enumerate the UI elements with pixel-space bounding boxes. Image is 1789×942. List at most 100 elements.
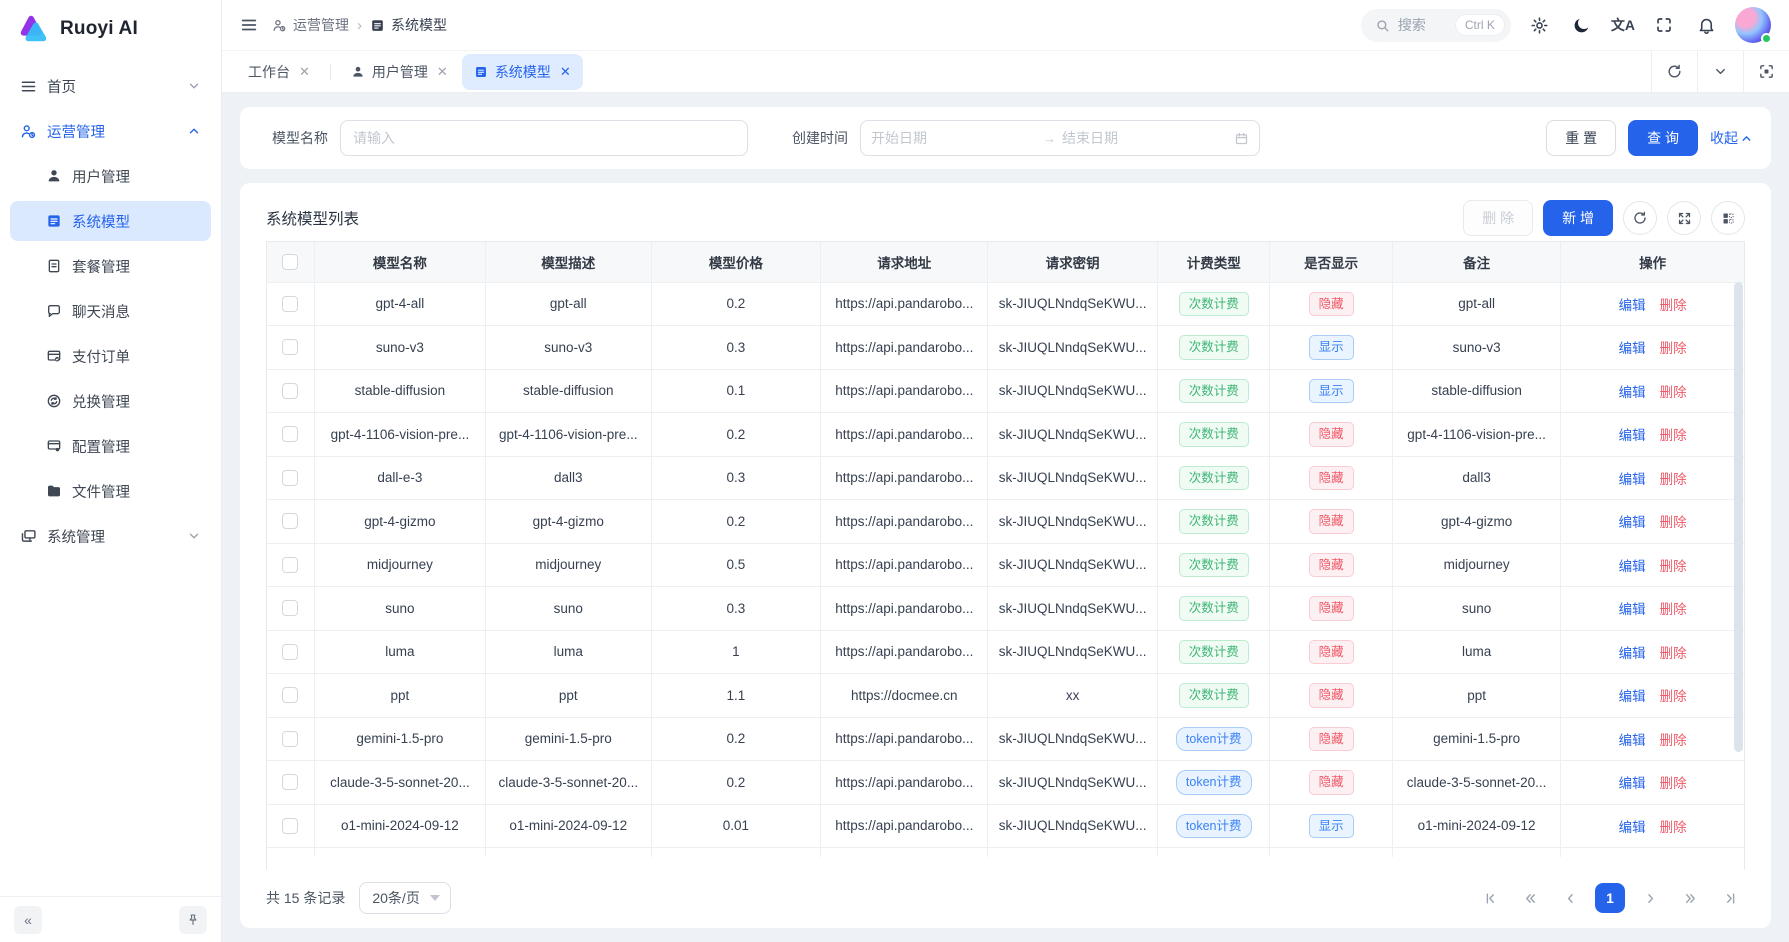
refresh-icon[interactable] — [1651, 51, 1697, 92]
tab-user-management[interactable]: 用户管理 ✕ — [339, 54, 460, 90]
delete-link[interactable]: 删除 — [1660, 385, 1687, 400]
edit-link[interactable]: 编辑 — [1619, 559, 1646, 574]
delete-link[interactable]: 删除 — [1660, 646, 1687, 661]
tabbar-tools — [1651, 51, 1789, 92]
delete-link[interactable]: 删除 — [1660, 689, 1687, 704]
edit-link[interactable]: 编辑 — [1619, 428, 1646, 443]
column-settings-icon[interactable] — [1711, 201, 1745, 235]
delete-link[interactable]: 删除 — [1660, 341, 1687, 356]
avatar[interactable] — [1735, 7, 1771, 43]
edit-link[interactable]: 编辑 — [1619, 385, 1646, 400]
edit-link[interactable]: 编辑 — [1619, 341, 1646, 356]
last-page-button[interactable] — [1715, 883, 1745, 913]
close-icon[interactable]: ✕ — [560, 64, 571, 80]
table-row: pptppt1.1https://docmee.cnxx次数计费隐藏ppt编辑删… — [267, 674, 1744, 718]
collapse-filter-link[interactable]: 收起 — [1710, 128, 1753, 148]
sidebar-item-chat[interactable]: 聊天消息 — [10, 291, 211, 331]
row-checkbox[interactable] — [282, 600, 298, 616]
bell-icon[interactable] — [1693, 12, 1719, 38]
sidebar-item-files[interactable]: 文件管理 — [10, 471, 211, 511]
close-icon[interactable]: ✕ — [437, 64, 448, 80]
row-checkbox[interactable] — [282, 470, 298, 486]
refresh-icon[interactable] — [1623, 201, 1657, 235]
end-date-input[interactable] — [1062, 130, 1228, 146]
start-date-input[interactable] — [871, 130, 1037, 146]
next-5-pages-button[interactable] — [1675, 883, 1705, 913]
sidebar-item-system-model[interactable]: 系统模型 — [10, 201, 211, 241]
row-checkbox[interactable] — [282, 774, 298, 790]
edit-link[interactable]: 编辑 — [1619, 689, 1646, 704]
row-checkbox[interactable] — [282, 557, 298, 573]
row-checkbox[interactable] — [282, 339, 298, 355]
next-page-button[interactable] — [1635, 883, 1665, 913]
row-checkbox[interactable] — [282, 513, 298, 529]
gear-icon[interactable] — [1527, 12, 1553, 38]
fullscreen-icon[interactable] — [1651, 12, 1677, 38]
breadcrumb-operations[interactable]: 运营管理 — [272, 15, 349, 35]
page-size-select[interactable]: 20条/页 — [359, 882, 450, 914]
delete-link[interactable]: 删除 — [1660, 820, 1687, 835]
prev-5-pages-button[interactable] — [1515, 883, 1545, 913]
chevron-down-icon[interactable] — [1697, 51, 1743, 92]
edit-link[interactable]: 编辑 — [1619, 733, 1646, 748]
delete-link[interactable]: 删除 — [1660, 776, 1687, 791]
sidebar-item-label: 聊天消息 — [72, 301, 201, 322]
request-url: https://api.pandarobo... — [821, 326, 988, 370]
search-button[interactable]: 查 询 — [1628, 120, 1698, 156]
delete-link[interactable]: 删除 — [1660, 472, 1687, 487]
row-checkbox[interactable] — [282, 818, 298, 834]
pin-icon[interactable] — [179, 906, 207, 934]
sidebar-item-operations[interactable]: 运营管理 — [10, 111, 211, 151]
edit-link[interactable]: 编辑 — [1619, 776, 1646, 791]
delete-link[interactable]: 删除 — [1660, 428, 1687, 443]
edit-link[interactable]: 编辑 — [1619, 298, 1646, 313]
table-scrollbar[interactable] — [1734, 282, 1743, 870]
sidebar-item-home[interactable]: 首页 — [10, 66, 211, 106]
add-button[interactable]: 新 增 — [1543, 200, 1613, 236]
row-checkbox[interactable] — [282, 426, 298, 442]
sidebar-collapse-button[interactable]: « — [14, 906, 42, 934]
model-name-input[interactable] — [340, 120, 748, 156]
current-page[interactable]: 1 — [1595, 883, 1625, 913]
close-icon[interactable]: ✕ — [299, 64, 310, 80]
global-search[interactable]: 搜索 Ctrl K — [1361, 9, 1511, 42]
sidebar-item-users[interactable]: 用户管理 — [10, 156, 211, 196]
row-checkbox[interactable] — [282, 731, 298, 747]
delete-link[interactable]: 删除 — [1660, 733, 1687, 748]
translate-icon[interactable]: 文A — [1611, 15, 1635, 35]
prev-page-button[interactable] — [1555, 883, 1585, 913]
edit-link[interactable]: 编辑 — [1619, 820, 1646, 835]
date-range-picker[interactable]: → — [860, 120, 1260, 156]
delete-link[interactable]: 删除 — [1660, 298, 1687, 313]
sidebar-item-system[interactable]: 系统管理 — [10, 516, 211, 556]
edit-link[interactable]: 编辑 — [1619, 646, 1646, 661]
tab-workbench[interactable]: 工作台 ✕ — [236, 54, 322, 90]
menu-toggle-icon[interactable] — [240, 16, 258, 34]
sidebar-item-config[interactable]: 配置管理 — [10, 426, 211, 466]
delete-button[interactable]: 删 除 — [1463, 200, 1533, 236]
billing-type-badge: 次数计费 — [1179, 379, 1249, 404]
row-checkbox[interactable] — [282, 383, 298, 399]
delete-link[interactable]: 删除 — [1660, 515, 1687, 530]
row-checkbox[interactable] — [282, 644, 298, 660]
edit-link[interactable]: 编辑 — [1619, 515, 1646, 530]
user-icon — [46, 168, 62, 184]
scrollbar-thumb[interactable] — [1734, 282, 1743, 752]
sidebar-item-exchange[interactable]: 兑换管理 — [10, 381, 211, 421]
dark-mode-moon-icon[interactable] — [1569, 12, 1595, 38]
sidebar-item-payments[interactable]: 支付订单 — [10, 336, 211, 376]
home-menu-icon — [20, 78, 37, 95]
row-checkbox[interactable] — [282, 687, 298, 703]
sidebar-item-packages[interactable]: 套餐管理 — [10, 246, 211, 286]
delete-link[interactable]: 删除 — [1660, 559, 1687, 574]
expand-icon[interactable] — [1667, 201, 1701, 235]
first-page-button[interactable] — [1475, 883, 1505, 913]
delete-link[interactable]: 删除 — [1660, 602, 1687, 617]
reset-button[interactable]: 重 置 — [1546, 120, 1616, 156]
tab-system-model[interactable]: 系统模型 ✕ — [462, 54, 583, 90]
row-checkbox[interactable] — [282, 296, 298, 312]
select-all-checkbox[interactable] — [282, 254, 298, 270]
focus-mode-icon[interactable] — [1743, 51, 1789, 92]
edit-link[interactable]: 编辑 — [1619, 602, 1646, 617]
edit-link[interactable]: 编辑 — [1619, 472, 1646, 487]
